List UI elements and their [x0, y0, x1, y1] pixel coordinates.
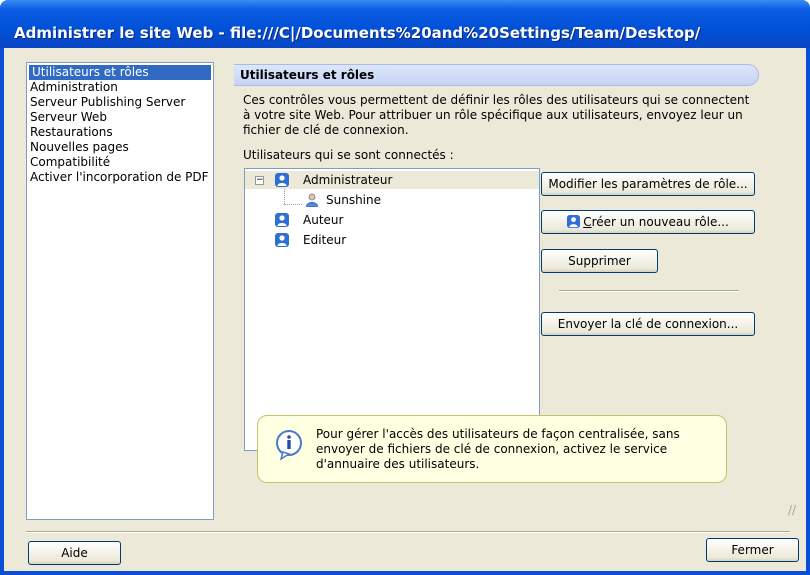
role-icon [275, 233, 289, 247]
nav-item-serveur-web[interactable]: Serveur Web [27, 110, 213, 125]
users-list-label: Utilisateurs qui se sont connectés : [243, 148, 454, 162]
nav-item-nouvelles-pages[interactable]: Nouvelles pages [27, 140, 213, 155]
user-label: Sunshine [326, 193, 382, 207]
role-icon [275, 173, 289, 187]
info-text: Pour gérer l'accès des utilisateurs de f… [316, 427, 680, 471]
accelerator-key: C [583, 215, 592, 229]
user-icon [306, 193, 318, 207]
tree-row-administrateur[interactable]: − Administrateur [245, 171, 539, 189]
create-role-button[interactable]: Créer un nouveau rôle... [541, 210, 755, 234]
send-key-button[interactable]: Envoyer la clé de connexion... [541, 312, 755, 336]
section-title: Utilisateurs et rôles [240, 68, 375, 82]
close-button[interactable]: Fermer [706, 538, 799, 562]
create-role-label: réer un nouveau rôle... [591, 215, 729, 229]
nav-item-incorporation-pdf[interactable]: Activer l'incorporation de PDF [27, 170, 213, 185]
dialog-body: Utilisateurs et rôles Administration Ser… [4, 48, 806, 571]
collapse-icon[interactable]: − [255, 176, 264, 185]
section-description: Ces contrôles vous permettent de définir… [243, 93, 750, 137]
category-list[interactable]: Utilisateurs et rôles Administration Ser… [26, 62, 214, 520]
help-button[interactable]: Aide [28, 541, 121, 565]
modify-role-button[interactable]: Modifier les paramètres de rôle... [541, 172, 755, 196]
footer-separator [26, 531, 790, 533]
nav-item-restaurations[interactable]: Restaurations [27, 125, 213, 140]
role-label: Editeur [303, 233, 347, 247]
nav-item-serveur-publishing[interactable]: Serveur Publishing Server [27, 95, 213, 110]
information-icon [276, 430, 302, 460]
role-icon [275, 213, 289, 227]
window-title: Administrer le site Web - file:///C|/Doc… [14, 24, 701, 42]
delete-button[interactable]: Supprimer [541, 249, 658, 273]
section-header: Utilisateurs et rôles [234, 64, 759, 86]
role-label: Auteur [303, 213, 344, 227]
nav-item-administration[interactable]: Administration [27, 80, 213, 95]
nav-item-compatibilite[interactable]: Compatibilité [27, 155, 213, 170]
role-label: Administrateur [303, 173, 393, 187]
title-bar[interactable]: Administrer le site Web - file:///C|/Doc… [0, 0, 810, 48]
users-tree[interactable]: − Administrateur Sunshine Auteur Editeur [244, 168, 540, 451]
role-icon [567, 215, 581, 228]
nav-item-utilisateurs-et-roles[interactable]: Utilisateurs et rôles [29, 65, 211, 80]
dialog-window: Administrer le site Web - file:///C|/Doc… [0, 0, 810, 575]
tree-row-sunshine[interactable]: Sunshine [245, 191, 539, 209]
tree-row-auteur[interactable]: Auteur [245, 211, 539, 229]
resize-grip-icon[interactable]: // [788, 503, 796, 517]
tree-row-editeur[interactable]: Editeur [245, 231, 539, 249]
button-separator [559, 290, 739, 292]
info-box: Pour gérer l'accès des utilisateurs de f… [257, 415, 727, 483]
